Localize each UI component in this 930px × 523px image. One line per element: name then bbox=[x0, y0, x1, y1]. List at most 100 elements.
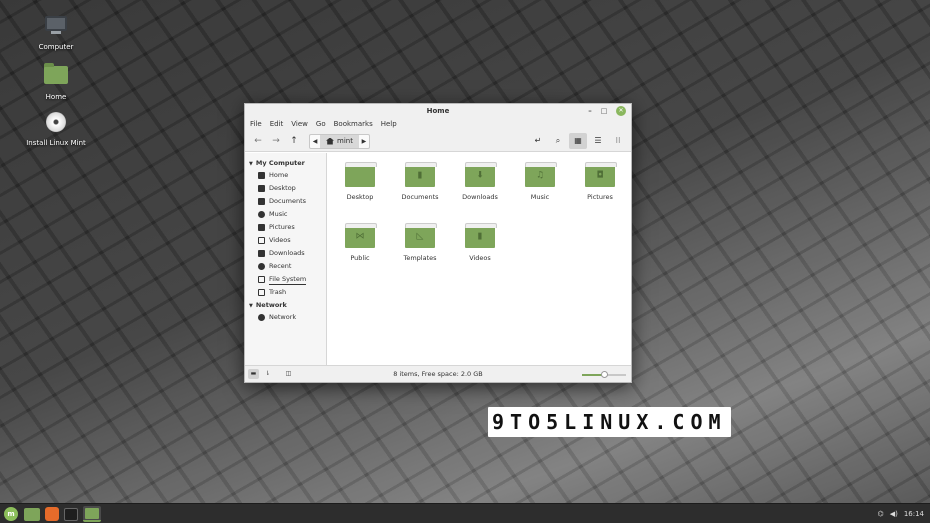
titlebar[interactable]: Home – □ ✕ bbox=[245, 104, 631, 118]
up-icon[interactable]: ↑ bbox=[285, 133, 303, 149]
terminal-icon[interactable] bbox=[64, 508, 78, 521]
watermark: 9TO5LINUX.COM bbox=[488, 407, 731, 437]
path-crumb-label: mint bbox=[337, 136, 353, 145]
close-icon[interactable]: ✕ bbox=[616, 106, 626, 116]
menu-help[interactable]: Help bbox=[379, 118, 403, 131]
sidebar-item-home[interactable]: Home bbox=[245, 169, 326, 182]
watermark-text: 9TO5LINUX.COM bbox=[488, 407, 731, 437]
clock-icon bbox=[258, 263, 265, 270]
share-icon: ⋈ bbox=[355, 231, 365, 242]
document-icon: ▮ bbox=[417, 170, 423, 181]
sidebar-section-network[interactable]: ▼ Network bbox=[245, 299, 326, 311]
path-left-icon[interactable]: ◀ bbox=[310, 138, 320, 145]
path-right-icon[interactable]: ▶ bbox=[359, 138, 369, 145]
minimize-icon[interactable]: – bbox=[585, 106, 595, 116]
globe-icon bbox=[258, 314, 265, 321]
expand-icon: ▼ bbox=[249, 161, 253, 167]
folder-icon: ▮ bbox=[465, 223, 497, 248]
folder-label: Templates bbox=[403, 254, 437, 262]
icon-view-icon[interactable]: ▦ bbox=[569, 133, 587, 149]
desktop-icon-label: Install Linux Mint bbox=[26, 139, 86, 147]
view-tools: ↵ ⌕ ▦ ☰ ⁝⁝ bbox=[529, 133, 627, 149]
menu-bookmarks[interactable]: Bookmarks bbox=[332, 118, 379, 131]
menu-view[interactable]: View bbox=[289, 118, 314, 131]
folder-music[interactable]: ♫ Music bbox=[510, 162, 570, 201]
menu-edit[interactable]: Edit bbox=[268, 118, 290, 131]
folder-icon: ▮ bbox=[405, 162, 437, 187]
desktop-icon-label: Home bbox=[45, 93, 67, 101]
home-icon bbox=[258, 172, 265, 179]
folder-pictures[interactable]: ◘ Pictures bbox=[570, 162, 630, 201]
home-icon bbox=[326, 137, 334, 145]
folder-icon: ⬇ bbox=[465, 162, 497, 187]
file-manager-window: Home – □ ✕ File Edit View Go Bookmarks H… bbox=[244, 103, 632, 383]
sidebar-item-documents[interactable]: Documents bbox=[245, 195, 326, 208]
folder-label: Documents bbox=[401, 193, 439, 201]
sidebar-item-pictures[interactable]: Pictures bbox=[245, 221, 326, 234]
taskbar: m ⌬ ◀) 16:14 bbox=[0, 503, 930, 523]
path-crumb-current[interactable]: mint bbox=[320, 134, 359, 148]
folder-downloads[interactable]: ⬇ Downloads bbox=[450, 162, 510, 201]
folder-templates[interactable]: ◺ Templates bbox=[390, 223, 450, 262]
sidebar-item-trash[interactable]: Trash bbox=[245, 286, 326, 299]
computer-icon bbox=[43, 16, 69, 40]
folder-public[interactable]: ⋈ Public bbox=[330, 223, 390, 262]
status-text: 8 items, Free space: 2.0 GB bbox=[393, 370, 483, 378]
sidebar-item-music[interactable]: Music bbox=[245, 208, 326, 221]
menu-file[interactable]: File bbox=[248, 118, 268, 131]
search-icon[interactable]: ⌕ bbox=[549, 133, 567, 149]
folder-label: Desktop bbox=[346, 193, 374, 201]
folder-desktop[interactable]: Desktop bbox=[330, 162, 390, 201]
forward-icon[interactable]: → bbox=[267, 133, 285, 149]
statusbar: ▬ ⇂ ◫ 8 items, Free space: 2.0 GB bbox=[245, 365, 631, 382]
expand-icon: ▼ bbox=[249, 303, 253, 309]
folder-label: Pictures bbox=[587, 193, 613, 201]
show-desktop-icon[interactable] bbox=[24, 508, 40, 521]
list-view-icon[interactable]: ☰ bbox=[589, 133, 607, 149]
zoom-slider[interactable] bbox=[582, 371, 626, 378]
template-icon: ◺ bbox=[416, 231, 424, 242]
zoom-slider-handle[interactable] bbox=[601, 371, 608, 378]
music-icon: ♫ bbox=[535, 170, 545, 181]
clock[interactable]: 16:14 bbox=[904, 510, 924, 518]
desktop-icon-install[interactable]: Install Linux Mint bbox=[16, 110, 96, 147]
folder-icon: ⋈ bbox=[345, 223, 377, 248]
music-icon bbox=[258, 211, 265, 218]
system-tray: ⌬ ◀) 16:14 bbox=[878, 504, 924, 523]
firefox-icon[interactable] bbox=[45, 507, 59, 521]
menu-go[interactable]: Go bbox=[314, 118, 332, 131]
desktop-icon-label: Computer bbox=[38, 43, 74, 51]
trash-icon bbox=[258, 289, 265, 296]
folder-label: Videos bbox=[469, 254, 491, 262]
files-icon[interactable] bbox=[83, 506, 101, 522]
network-icon[interactable]: ⌬ bbox=[878, 510, 884, 518]
sidebar-section-my-computer[interactable]: ▼ My Computer bbox=[245, 157, 326, 169]
sidebar-item-desktop[interactable]: Desktop bbox=[245, 182, 326, 195]
download-icon: ⬇ bbox=[476, 170, 484, 181]
toolbar: ← → ↑ ◀ mint ▶ ↵ ⌕ ▦ ☰ ⁝⁝ bbox=[245, 131, 631, 152]
desktop-icon-home[interactable]: Home bbox=[16, 62, 96, 101]
folder-documents[interactable]: ▮ Documents bbox=[390, 162, 450, 201]
sidebar-item-file-system[interactable]: File System bbox=[245, 273, 326, 286]
compact-view-icon[interactable]: ⁝⁝ bbox=[609, 133, 627, 149]
folder-icon: ♫ bbox=[525, 162, 557, 187]
sidebar-item-videos[interactable]: Videos bbox=[245, 234, 326, 247]
toggle-location-icon[interactable]: ↵ bbox=[529, 133, 547, 149]
folder-videos[interactable]: ▮ Videos bbox=[450, 223, 510, 262]
folder-icon: ◘ bbox=[585, 162, 617, 187]
back-icon[interactable]: ← bbox=[249, 133, 267, 149]
camera-icon: ◘ bbox=[596, 170, 604, 181]
maximize-icon[interactable]: □ bbox=[599, 106, 609, 116]
sidebar-item-recent[interactable]: Recent bbox=[245, 260, 326, 273]
window-title: Home bbox=[426, 107, 450, 115]
download-icon bbox=[258, 250, 265, 257]
sidebar-item-downloads[interactable]: Downloads bbox=[245, 247, 326, 260]
desktop-icon-computer[interactable]: Computer bbox=[16, 14, 96, 51]
folder-label: Music bbox=[530, 193, 550, 201]
volume-icon[interactable]: ◀) bbox=[890, 510, 898, 518]
sidebar: ▼ My Computer Home Desktop Documents Musi… bbox=[245, 153, 327, 365]
drive-icon bbox=[258, 276, 265, 283]
menu-icon[interactable]: m bbox=[4, 507, 18, 521]
sidebar-item-network[interactable]: Network bbox=[245, 311, 326, 324]
pathbar: ◀ mint ▶ bbox=[309, 133, 370, 149]
